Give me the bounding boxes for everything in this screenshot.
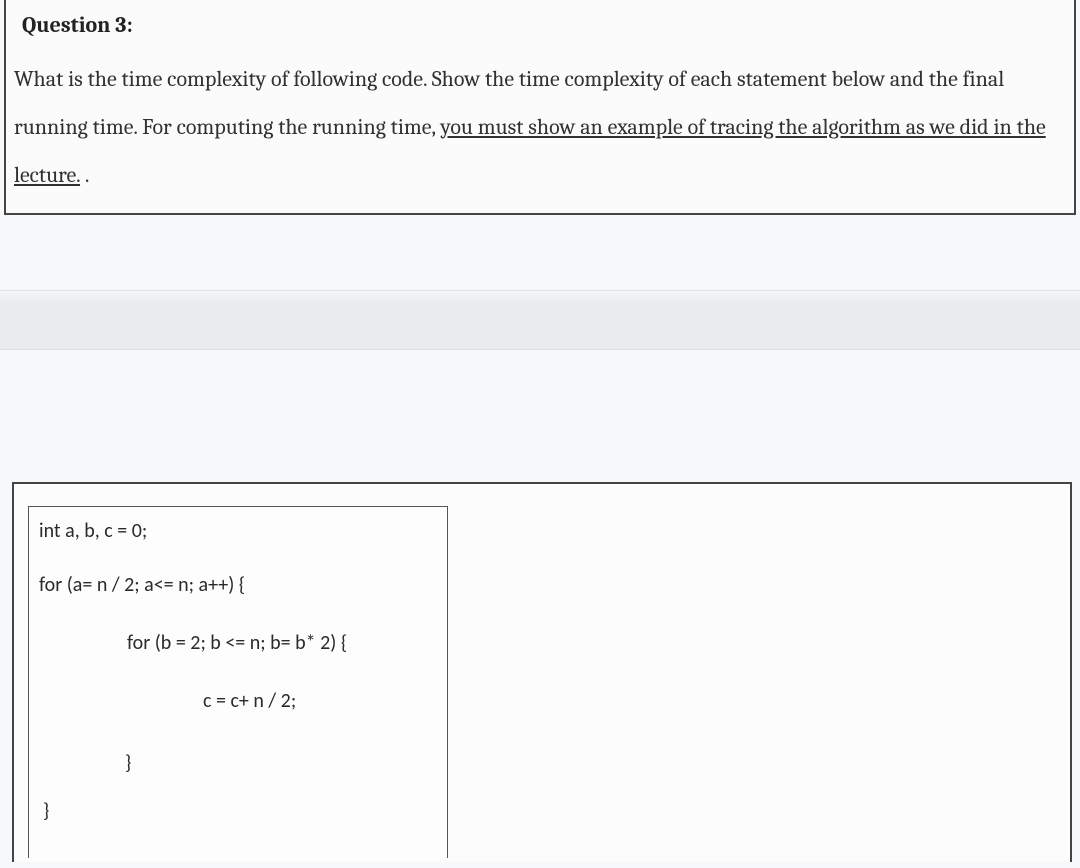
code-line-1: int a, b, c = 0; <box>39 521 439 541</box>
question-body: What is the time complexity of following… <box>14 56 1062 200</box>
separator-band <box>0 290 1080 350</box>
code-line-3: for (b = 2; b <= n; b= b* 2) { <box>39 633 439 653</box>
code-line-4: c = c+ n / 2; <box>39 691 439 711</box>
code-line-2: for (a= n / 2; a<= n; a++) { <box>39 575 439 595</box>
code-container-box: int a, b, c = 0; for (a= n / 2; a<= n; a… <box>12 482 1072 862</box>
question-box: Question 3: What is the time complexity … <box>4 0 1076 215</box>
question-title: Question 3: <box>22 12 1062 38</box>
code-line-6: } <box>39 801 439 821</box>
question-text-trailing: . <box>80 162 89 188</box>
code-line-5: } <box>39 753 439 773</box>
code-block: int a, b, c = 0; for (a= n / 2; a<= n; a… <box>28 506 448 858</box>
